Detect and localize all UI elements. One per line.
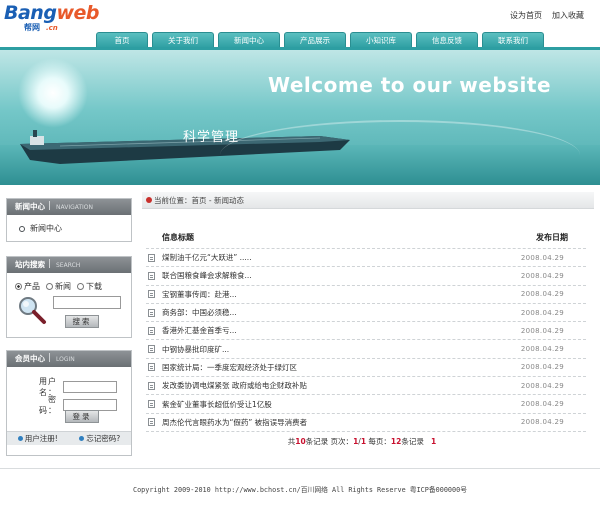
main-content: 当前位置：首页 - 新闻动态 信息标题 发布日期 煤制油千亿元“大跃进” ...… — [142, 192, 594, 452]
document-icon — [148, 271, 155, 280]
list-item[interactable]: 国家统计局：一季度宏观经济处于绿灯区 2008.04.29 — [146, 357, 586, 376]
column-title: 信息标题 — [162, 233, 194, 242]
login-button[interactable]: 登录 — [65, 410, 99, 423]
document-icon — [148, 418, 155, 427]
document-icon — [148, 253, 155, 262]
search-panel: 站内搜索 SEARCH 产品 新闻 下载 搜索 — [6, 256, 132, 338]
nav-tab-products[interactable]: 产品展示 — [284, 32, 346, 48]
decorative-swirl — [220, 120, 580, 185]
search-button[interactable]: 搜索 — [65, 315, 99, 328]
nav-tab-contact[interactable]: 联系我们 — [482, 32, 544, 48]
pagination: 共10条记录 页次：1/1 每页：12条记录 1 — [287, 437, 437, 446]
document-icon — [148, 345, 155, 354]
nav-tab-about[interactable]: 关于我们 — [152, 32, 214, 48]
radio-product[interactable]: 产品 — [15, 281, 40, 292]
username-input[interactable] — [63, 381, 117, 393]
login-panel-header: 会员中心 LOGIN — [7, 351, 131, 367]
nav-tab-knowledge[interactable]: 小知识库 — [350, 32, 412, 48]
document-icon — [148, 308, 155, 317]
news-panel: 新闻中心 NAVIGATION 新闻中心 — [6, 198, 132, 242]
add-favorite-link[interactable]: 加入收藏 — [552, 10, 584, 21]
search-input[interactable] — [53, 296, 121, 309]
news-list: 煤制油千亿元“大跃进” ..... 2008.04.29 联合国粮食峰会求解粮食.… — [146, 248, 586, 432]
document-icon — [148, 290, 155, 299]
radio-news[interactable]: 新闻 — [46, 281, 71, 292]
bullet-icon — [17, 436, 23, 441]
news-category-link[interactable]: 新闻中心 — [7, 215, 131, 242]
document-icon — [148, 363, 155, 372]
top-links: 设为首页 加入收藏 — [510, 10, 584, 21]
list-item[interactable]: 紫金矿业董事长超低价受让1亿股 2008.04.29 — [146, 394, 586, 412]
search-panel-header: 站内搜索 SEARCH — [7, 257, 131, 273]
bullet-icon — [79, 436, 85, 441]
sun-glow — [18, 58, 88, 128]
document-icon — [148, 381, 155, 390]
nav-tab-home[interactable]: 首页 — [96, 32, 148, 48]
magnifier-icon — [19, 297, 46, 324]
nav-tab-feedback[interactable]: 信息反馈 — [416, 32, 478, 48]
list-item[interactable]: 煤制油千亿元“大跃进” ..... 2008.04.29 — [146, 248, 586, 266]
list-item[interactable]: 香港外汇基金首季亏... 2008.04.29 — [146, 321, 586, 339]
document-icon — [148, 326, 155, 335]
column-date: 发布日期 — [536, 233, 568, 242]
circle-bullet-icon — [19, 225, 25, 232]
banner: Welcome to our website 科学管理 — [0, 50, 600, 185]
login-panel: 会员中心 LOGIN 用户名： 密 码： 登录 用户注册! 忘记密码? — [6, 350, 132, 456]
list-item[interactable]: 中钢协暴批印度矿... 2008.04.29 — [146, 339, 586, 357]
main-nav: 首页 关于我们 新闻中心 产品展示 小知识库 信息反馈 联系我们 — [96, 32, 544, 48]
nav-tab-news[interactable]: 新闻中心 — [218, 32, 280, 48]
news-panel-header: 新闻中心 NAVIGATION — [7, 199, 131, 215]
set-homepage-link[interactable]: 设为首页 — [510, 10, 542, 21]
home-icon — [146, 197, 152, 203]
radio-download[interactable]: 下载 — [77, 281, 102, 292]
list-item[interactable]: 商务部：中国必须稳... 2008.04.29 — [146, 302, 586, 321]
login-footer: 用户注册! 忘记密码? — [7, 431, 131, 445]
logo[interactable]: Bangweb 帮网 .cn — [4, 2, 114, 32]
page-link-1[interactable]: 1 — [431, 437, 436, 446]
register-link[interactable]: 用户注册! — [17, 433, 58, 444]
list-item[interactable]: 发改委协调电煤紧张 政府或给电企财政补贴 2008.04.29 — [146, 376, 586, 394]
footer-copyright: Copyright 2009-2010 http://www.bchost.cn… — [0, 468, 600, 508]
search-type-radios: 产品 新闻 下载 — [7, 273, 131, 292]
list-header: 信息标题 发布日期 — [162, 232, 582, 245]
forgot-password-link[interactable]: 忘记密码? — [79, 433, 120, 444]
banner-slogan: 科学管理 — [183, 130, 240, 145]
list-item[interactable]: 联合国粮食峰会求解粮食... 2008.04.29 — [146, 266, 586, 284]
breadcrumb: 当前位置：首页 - 新闻动态 — [142, 192, 594, 209]
document-icon — [148, 400, 155, 409]
list-item[interactable]: 宝钢董事传闻：赴港... 2008.04.29 — [146, 284, 586, 303]
list-item[interactable]: 周杰伦代言眼药水为“假药” 被指误导消费者 2008.04.29 — [146, 412, 586, 431]
banner-welcome-text: Welcome to our website — [268, 73, 552, 97]
